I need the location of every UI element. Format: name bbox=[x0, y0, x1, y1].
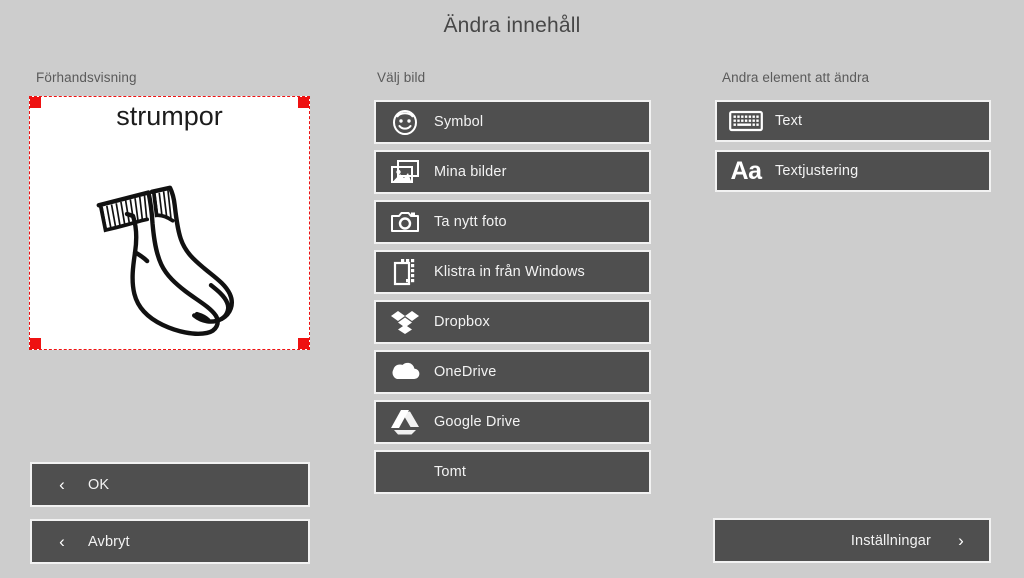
other-element-item-label: Text bbox=[775, 113, 803, 129]
aa-text-icon: Aa bbox=[730, 156, 762, 185]
cancel-button-label: Avbryt bbox=[88, 533, 130, 550]
preview-card[interactable]: strumpor bbox=[29, 96, 310, 350]
settings-button[interactable]: Inställningar › bbox=[713, 518, 991, 563]
resize-handle-top-left[interactable] bbox=[30, 97, 41, 108]
camera-icon bbox=[388, 207, 422, 237]
choose-image-ta-nytt-foto-button[interactable]: Ta nytt foto bbox=[374, 200, 651, 244]
choose-image-klistra-in-button[interactable]: Klistra in från Windows bbox=[374, 250, 651, 294]
preview-caption: strumpor bbox=[116, 101, 223, 131]
onedrive-cloud-icon bbox=[388, 357, 422, 387]
ok-button[interactable]: ‹ OK bbox=[30, 462, 310, 507]
clipboard-paste-icon bbox=[388, 257, 422, 287]
choose-image-item-label: Dropbox bbox=[434, 314, 490, 330]
preview-canvas[interactable]: strumpor bbox=[32, 99, 307, 347]
choose-image-dropbox-button[interactable]: Dropbox bbox=[374, 300, 651, 344]
choose-image-item-label: Klistra in från Windows bbox=[434, 264, 585, 280]
page-title: Ändra innehåll bbox=[443, 14, 581, 37]
preview-heading: Förhandsvisning bbox=[36, 70, 137, 85]
photos-icon bbox=[388, 157, 422, 187]
choose-image-google-drive-button[interactable]: Google Drive bbox=[374, 400, 651, 444]
smiley-face-icon bbox=[388, 107, 422, 137]
choose-image-item-label: Ta nytt foto bbox=[434, 214, 507, 230]
chevron-left-icon: ‹ bbox=[59, 474, 65, 494]
chevron-left-icon: ‹ bbox=[59, 531, 65, 551]
choose-image-onedrive-button[interactable]: OneDrive bbox=[374, 350, 651, 394]
other-elements-heading: Andra element att ändra bbox=[722, 70, 870, 85]
resize-handle-bottom-left[interactable] bbox=[30, 338, 41, 349]
chevron-right-icon: › bbox=[958, 530, 964, 550]
google-drive-icon bbox=[388, 407, 422, 437]
choose-image-symbol-button[interactable]: Symbol bbox=[374, 100, 651, 144]
choose-image-item-label: OneDrive bbox=[434, 364, 497, 380]
other-element-item-label: Textjustering bbox=[775, 163, 859, 179]
choose-image-item-label: Symbol bbox=[434, 114, 484, 130]
ok-button-label: OK bbox=[88, 476, 110, 493]
socks-illustration bbox=[96, 185, 234, 336]
choose-image-heading: Välj bild bbox=[377, 70, 426, 85]
choose-image-tomt-button[interactable]: Tomt bbox=[374, 450, 651, 494]
choose-image-item-label: Tomt bbox=[434, 464, 467, 480]
keyboard-icon bbox=[727, 106, 765, 136]
cancel-button[interactable]: ‹ Avbryt bbox=[30, 519, 310, 564]
resize-handle-top-right[interactable] bbox=[298, 97, 309, 108]
dropbox-icon bbox=[388, 307, 422, 337]
choose-image-item-label: Mina bilder bbox=[434, 164, 507, 180]
resize-handle-bottom-right[interactable] bbox=[298, 338, 309, 349]
other-element-text-button[interactable]: Text bbox=[715, 100, 991, 142]
choose-image-mina-bilder-button[interactable]: Mina bilder bbox=[374, 150, 651, 194]
settings-button-label: Inställningar bbox=[850, 532, 931, 549]
choose-image-item-label: Google Drive bbox=[434, 414, 521, 430]
other-element-textjustering-button[interactable]: Aa Textjustering bbox=[715, 150, 991, 192]
